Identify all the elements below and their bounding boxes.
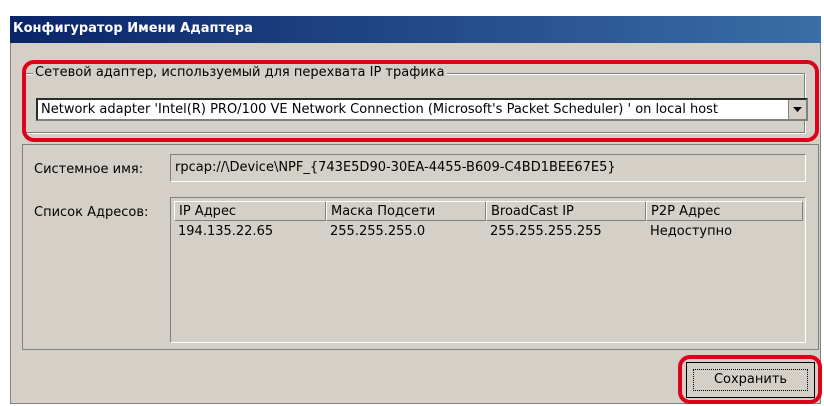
address-list-label: Список Адресов: <box>34 205 149 220</box>
system-name-field[interactable]: rpcap://\Device\NPF_{743E5D90-30EA-4455-… <box>170 154 806 182</box>
column-header-p2p[interactable]: P2P Адрес <box>646 201 803 221</box>
table-row[interactable]: 194.135.22.65 255.255.255.0 255.255.255.… <box>174 224 802 242</box>
column-header-broadcast[interactable]: BroadCast IP <box>486 201 646 221</box>
system-name-label: Системное имя: <box>34 162 144 177</box>
table-cell: 255.255.255.255 <box>490 224 602 239</box>
column-header-mask[interactable]: Маска Подсети <box>326 201 486 221</box>
table-cell: 194.135.22.65 <box>178 224 274 239</box>
system-name-value: rpcap://\Device\NPF_{743E5D90-30EA-4455-… <box>175 160 616 175</box>
address-list-header: IP Адрес Маска Подсети BroadCast IP P2P … <box>174 201 803 221</box>
highlight-save <box>678 355 822 404</box>
highlight-adapter <box>22 60 819 142</box>
window-title: Конфигуратор Имени Адаптера <box>13 21 253 36</box>
column-header-ip[interactable]: IP Адрес <box>174 201 326 221</box>
table-cell: Недоступно <box>650 224 733 239</box>
title-bar[interactable]: Конфигуратор Имени Адаптера <box>10 16 821 43</box>
table-cell: 255.255.255.0 <box>330 224 426 239</box>
address-list[interactable]: IP Адрес Маска Подсети BroadCast IP P2P … <box>170 197 806 343</box>
